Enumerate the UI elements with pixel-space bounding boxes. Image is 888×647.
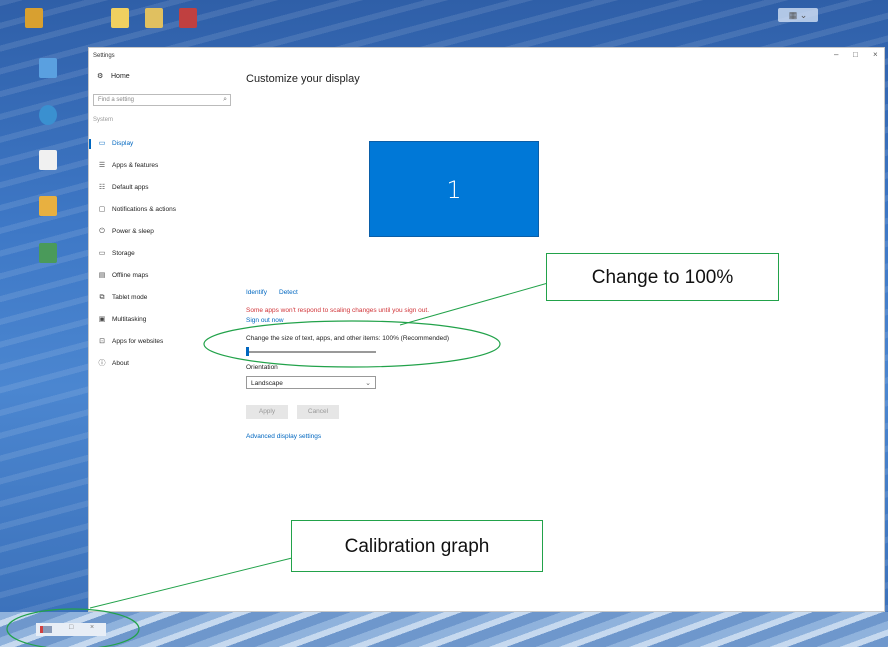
archive-icon [179, 8, 197, 28]
sidebar-item-default-apps[interactable]: ☷ Default apps [89, 182, 239, 194]
annotation-change-callout: Change to 100% [546, 253, 779, 301]
sidebar-item-label: Multitasking [112, 316, 147, 323]
desktop-wallpaper-bottom [0, 612, 888, 647]
apps-icon: ☰ [98, 162, 106, 169]
cancel-button[interactable]: Cancel [297, 405, 339, 419]
folder-icon [145, 8, 163, 28]
scaling-warning: Some apps won't respond to scaling chang… [246, 307, 429, 314]
sidebar-item-label: Offline maps [112, 272, 149, 279]
nav-home-label: Home [111, 73, 130, 80]
sidebar-item-display[interactable]: ▭ Display [89, 138, 239, 150]
desktop-icon-4[interactable] [168, 8, 208, 30]
advanced-display-settings-link[interactable]: Advanced display settings [246, 433, 321, 440]
notifications-icon: ▢ [98, 206, 106, 213]
window-title: Settings [93, 53, 115, 59]
tablet-icon: ⧉ [99, 294, 105, 301]
desktop-icon-7[interactable] [28, 150, 68, 172]
desktop-icon-5[interactable] [28, 58, 68, 80]
sidebar-item-label: Default apps [112, 184, 149, 191]
desktop-icon-6[interactable] [28, 105, 68, 127]
sidebar-item-about[interactable]: ⓘ About [89, 358, 239, 370]
storage-icon: ▭ [98, 250, 106, 257]
nav-home[interactable]: ⚙ Home [97, 72, 130, 80]
folder-icon [111, 8, 129, 28]
display-icon: ▭ [98, 140, 106, 147]
sidebar-item-label: Display [112, 140, 134, 147]
sidebar-item-label: About [112, 360, 129, 367]
sidebar-item-apps[interactable]: ☰ Apps & features [89, 160, 239, 172]
minimize-button[interactable]: – [834, 50, 838, 59]
calibration-window-minimized[interactable]: □ × [36, 623, 106, 636]
orientation-select[interactable]: Landscape ⌄ [246, 376, 376, 389]
chevron-down-icon: ⌄ [365, 380, 371, 387]
sign-out-link[interactable]: Sign out now [246, 317, 284, 324]
apply-button[interactable]: Apply [246, 405, 288, 419]
computer-icon [39, 58, 57, 78]
search-input[interactable]: Find a setting ⌕ [93, 94, 231, 106]
search-icon: ⌕ [223, 96, 227, 103]
multitasking-icon: ▣ [98, 316, 106, 323]
maximize-button[interactable]: □ [69, 624, 73, 631]
sidebar-item-label: Power & sleep [112, 228, 154, 235]
sidebar-item-power[interactable]: ⏻ Power & sleep [89, 226, 239, 238]
sidebar-item-apps-for-websites[interactable]: ⊡ Apps for websites [89, 336, 239, 348]
sidebar-item-label: Storage [112, 250, 135, 257]
sidebar-item-offline-maps[interactable]: ▤ Offline maps [89, 270, 239, 282]
annotation-calibration-callout: Calibration graph [291, 520, 543, 572]
sidebar-item-notifications[interactable]: ▢ Notifications & actions [89, 204, 239, 216]
calculator-icon [39, 243, 57, 263]
file-icon [25, 8, 43, 28]
map-icon: ▤ [98, 272, 106, 279]
sidebar-item-label: Notifications & actions [112, 206, 176, 213]
power-icon: ⏻ [99, 228, 105, 235]
sidebar-item-label: Tablet mode [112, 294, 148, 301]
close-button[interactable]: × [90, 624, 94, 631]
scale-slider[interactable] [246, 351, 376, 353]
detect-link[interactable]: Detect [279, 289, 298, 296]
nav-section-title: System [93, 117, 114, 123]
network-icon [39, 105, 57, 125]
close-button[interactable]: × [873, 50, 878, 59]
gear-icon: ⚙ [97, 73, 104, 80]
desktop-icon-9[interactable] [28, 243, 68, 265]
recycle-bin-icon [39, 150, 57, 170]
desktop-icon-8[interactable] [28, 196, 68, 218]
grid-icon: ▦ ⌄ [788, 10, 808, 20]
monitor-preview[interactable]: 1 [369, 141, 539, 237]
orientation-label: Orientation [246, 364, 278, 371]
sidebar-item-label: Apps & features [112, 162, 159, 169]
default-apps-icon: ☷ [98, 184, 106, 191]
orientation-value: Landscape [251, 380, 283, 387]
desktop-widget[interactable]: ▦ ⌄ [778, 8, 818, 22]
page-title: Customize your display [246, 73, 360, 85]
document-icon [39, 196, 57, 216]
maximize-button[interactable]: □ [853, 50, 858, 59]
info-icon: ⓘ [98, 360, 106, 367]
titlebar: Settings – □ × [89, 48, 884, 64]
sidebar-item-tablet-mode[interactable]: ⧉ Tablet mode [89, 292, 239, 304]
scale-label: Change the size of text, apps, and other… [246, 335, 450, 342]
scale-slider-thumb[interactable] [246, 347, 249, 356]
sidebar-item-multitasking[interactable]: ▣ Multitasking [89, 314, 239, 326]
web-icon: ⊡ [99, 338, 105, 345]
sidebar-item-storage[interactable]: ▭ Storage [89, 248, 239, 260]
sidebar-item-label: Apps for websites [112, 338, 164, 345]
calibration-app-icon [40, 626, 52, 633]
search-placeholder: Find a setting [98, 97, 135, 103]
desktop-icon-1[interactable] [14, 8, 54, 30]
identify-link[interactable]: Identify [246, 289, 267, 296]
